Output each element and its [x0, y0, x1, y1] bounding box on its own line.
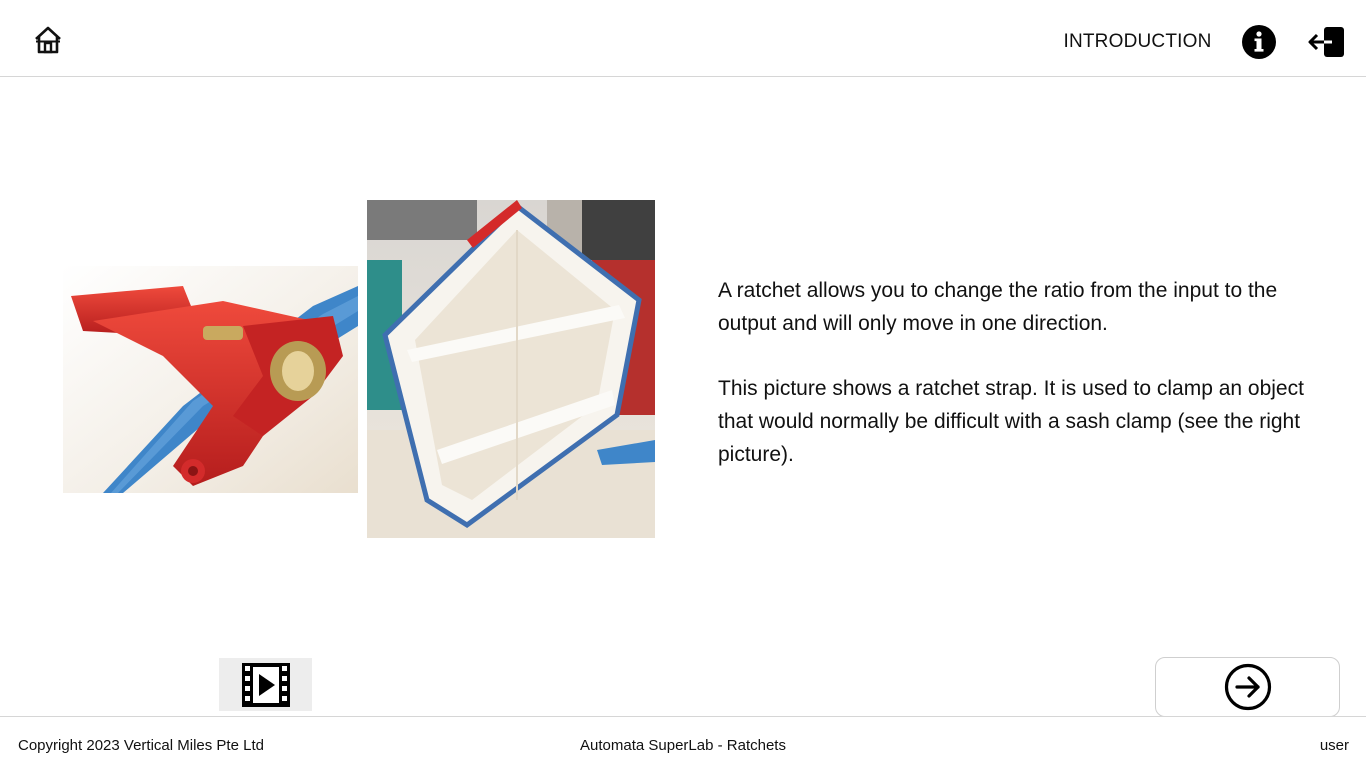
footer-bar: Copyright 2023 Vertical Miles Pte Ltd Au… — [0, 716, 1366, 768]
exit-icon — [1308, 27, 1344, 57]
paragraph-ratchet-strap: This picture shows a ratchet strap. It i… — [718, 377, 1304, 466]
film-play-icon — [241, 662, 290, 707]
paragraph-ratchet-definition: A ratchet allows you to change the ratio… — [718, 279, 1278, 335]
section-title[interactable]: INTRODUCTION — [1040, 31, 1235, 53]
top-bar: INTRODUCTION — [0, 0, 1366, 77]
home-icon — [35, 26, 61, 54]
ratchet-strap-photo — [63, 266, 358, 493]
next-button[interactable] — [1155, 657, 1340, 717]
user-label: user — [1319, 737, 1349, 754]
info-icon — [1242, 25, 1276, 59]
info-button[interactable] — [1241, 24, 1277, 60]
shelf-clamped-photo — [367, 200, 655, 538]
app-title: Automata SuperLab - Ratchets — [580, 737, 786, 754]
play-video-button[interactable] — [219, 658, 312, 711]
home-button[interactable] — [30, 22, 66, 58]
lesson-text: A ratchet allows you to change the ratio… — [718, 274, 1328, 503]
exit-button[interactable] — [1306, 23, 1350, 61]
arrow-right-circle-icon — [1224, 663, 1271, 711]
